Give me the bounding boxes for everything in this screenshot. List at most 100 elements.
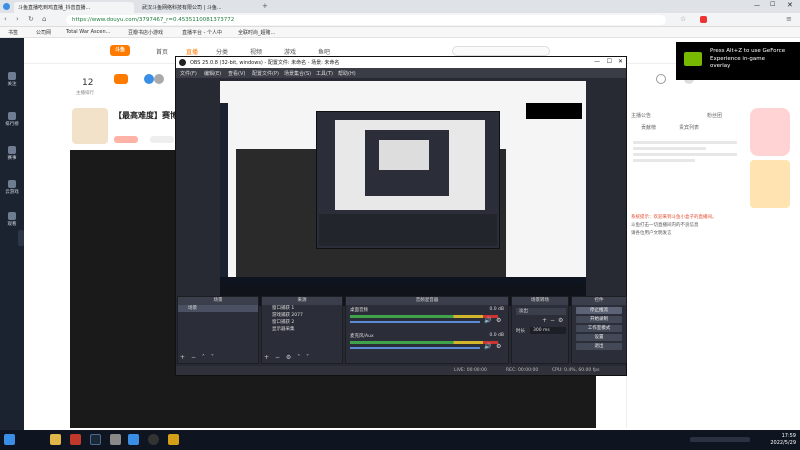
- forward-icon[interactable]: ›: [16, 15, 19, 23]
- close-icon[interactable]: ✕: [787, 1, 793, 9]
- scene-item[interactable]: 场景: [178, 305, 258, 312]
- nav-home[interactable]: 首页: [156, 47, 168, 56]
- nav-video[interactable]: 视频: [250, 47, 262, 56]
- panel-tab[interactable]: 主播公告: [631, 112, 651, 119]
- menu-icon[interactable]: ≡: [786, 15, 792, 23]
- panel-tab[interactable]: 贵宾列表: [679, 124, 699, 131]
- bookmark-item[interactable]: 书签: [8, 29, 18, 36]
- exit-button[interactable]: 退出: [576, 343, 622, 350]
- obs-menu-help[interactable]: 帮助(H): [338, 70, 356, 77]
- volume-slider[interactable]: [350, 347, 480, 349]
- down-icon[interactable]: ˅: [306, 354, 309, 361]
- up-icon[interactable]: ˄: [297, 354, 300, 361]
- source-item[interactable]: 游戏捕获 2077: [262, 312, 342, 319]
- obs-maximize-icon[interactable]: ☐: [607, 58, 612, 65]
- stop-streaming-button[interactable]: 停止推流: [576, 307, 622, 314]
- browser-taskbar-icon[interactable]: [128, 434, 139, 445]
- obs-menu-view[interactable]: 查看(V): [228, 70, 245, 77]
- nav-category[interactable]: 分类: [216, 47, 228, 56]
- minimize-icon[interactable]: —: [754, 2, 760, 9]
- settings-button[interactable]: 设置: [576, 334, 622, 341]
- sidebar-collapse-handle[interactable]: [18, 230, 24, 246]
- game-taskbar-icon[interactable]: [168, 434, 179, 445]
- obs-preview-canvas[interactable]: [220, 81, 586, 306]
- tag-badge[interactable]: [114, 136, 138, 143]
- file-explorer-icon[interactable]: [50, 434, 61, 445]
- bookmark-item[interactable]: 直播平台 - 个人中: [182, 29, 222, 36]
- home-icon[interactable]: ⌂: [42, 15, 46, 23]
- tray-icons[interactable]: [690, 437, 750, 442]
- remove-icon[interactable]: −: [191, 354, 196, 361]
- gear-icon[interactable]: ⚙: [496, 343, 501, 350]
- bookmark-item[interactable]: 公司网: [36, 29, 51, 36]
- maximize-icon[interactable]: ☐: [770, 1, 775, 8]
- steam-icon[interactable]: [90, 434, 101, 445]
- system-clock[interactable]: 17:59 2022/5/29: [770, 433, 796, 447]
- obs-menu-profile[interactable]: 配置文件(P): [252, 70, 279, 77]
- obs-menu-tools[interactable]: 工具(T): [316, 70, 333, 77]
- obs-close-icon[interactable]: ✕: [618, 58, 623, 65]
- promo-banner[interactable]: [745, 104, 795, 214]
- back-icon[interactable]: ‹: [4, 15, 7, 23]
- extension-icon[interactable]: [700, 16, 707, 23]
- obs-taskbar-icon[interactable]: [148, 434, 159, 445]
- sidebar-item-watch[interactable]: 观看: [2, 210, 22, 230]
- start-recording-button[interactable]: 开始录制: [576, 316, 622, 323]
- obs-menu-file[interactable]: 文件(F): [180, 70, 197, 77]
- url-field[interactable]: https://www.douyu.com/3797467_r=0.453511…: [66, 15, 666, 25]
- down-icon[interactable]: ˅: [211, 354, 214, 361]
- source-item[interactable]: 显示器采集: [262, 326, 342, 333]
- refresh-icon[interactable]: ↻: [28, 15, 34, 23]
- studio-mode-button[interactable]: 工作室模式: [576, 325, 622, 332]
- duration-input[interactable]: 300 ms: [530, 327, 566, 334]
- browser-logo-icon[interactable]: [3, 3, 10, 10]
- obs-menu-scene-collection[interactable]: 场景集合(S): [284, 70, 311, 77]
- transition-select[interactable]: 淡出: [516, 308, 566, 315]
- red-app-icon[interactable]: [70, 434, 81, 445]
- gear-icon[interactable]: ⚙: [496, 317, 501, 324]
- source-item[interactable]: 窗口捕获 1: [262, 305, 342, 312]
- remove-icon[interactable]: −: [550, 317, 555, 324]
- browser-tab[interactable]: 武汉斗鱼网络科技有限公司 | 斗鱼...: [138, 2, 258, 13]
- star-icon[interactable]: ☆: [680, 15, 686, 23]
- windows-start-icon[interactable]: [4, 434, 15, 445]
- anchor-avatar[interactable]: [72, 108, 108, 144]
- room-icon-gray[interactable]: [154, 74, 164, 84]
- obs-minimize-icon[interactable]: —: [594, 58, 600, 65]
- search-input[interactable]: [452, 46, 550, 56]
- add-icon[interactable]: +: [542, 317, 547, 324]
- sidebar-item-cloud-game[interactable]: 云游戏: [2, 178, 22, 198]
- remove-icon[interactable]: −: [275, 354, 280, 361]
- gear-icon[interactable]: ⚙: [286, 354, 291, 361]
- follow-icon[interactable]: [656, 74, 666, 84]
- sidebar-item-events[interactable]: 赛事: [2, 144, 22, 164]
- add-icon[interactable]: +: [264, 354, 269, 361]
- panel-tab[interactable]: 粉丝团: [707, 112, 722, 119]
- gear-icon[interactable]: ⚙: [558, 317, 563, 324]
- bookmark-item[interactable]: 豆瓣书店小游戏: [128, 29, 163, 36]
- nav-live[interactable]: 直播: [186, 47, 198, 56]
- nav-fishbar[interactable]: 鱼吧: [318, 47, 330, 56]
- nav-game[interactable]: 游戏: [284, 47, 296, 56]
- sidebar-item-rank[interactable]: 排行榜: [2, 110, 22, 130]
- speaker-icon[interactable]: 🔊: [484, 343, 491, 350]
- up-icon[interactable]: ˄: [202, 354, 205, 361]
- speaker-icon[interactable]: 🔊: [484, 317, 491, 324]
- room-icon-orange[interactable]: [114, 74, 128, 84]
- tag-badge[interactable]: [150, 136, 174, 143]
- obs-menu-edit[interactable]: 编辑(E): [204, 70, 221, 77]
- bookmark-item[interactable]: Total War Ascen...: [66, 29, 110, 35]
- add-icon[interactable]: +: [180, 354, 185, 361]
- bookmark-item[interactable]: 全联时尚_超赌...: [238, 29, 275, 36]
- new-tab-button[interactable]: +: [262, 2, 268, 10]
- volume-slider[interactable]: [350, 321, 480, 323]
- room-icon-blue[interactable]: [144, 74, 154, 84]
- browser-tab-active[interactable]: 斗鱼直播吃到鸡直播_抖音直播...: [14, 2, 134, 13]
- nvidia-overlay-toast[interactable]: Press Alt+Z to use GeForce Experience in…: [676, 42, 800, 80]
- app-icon[interactable]: [110, 434, 121, 445]
- douyu-logo[interactable]: 斗鱼: [110, 45, 130, 56]
- panel-tab[interactable]: 贡献榜: [641, 124, 656, 131]
- source-item[interactable]: 窗口捕获 2: [262, 319, 342, 326]
- obs-title-bar[interactable]: OBS 25.0.8 (32-bit, windows) - 配置文件: 未命名…: [176, 57, 626, 68]
- sidebar-item-follow[interactable]: 关注: [2, 70, 22, 90]
